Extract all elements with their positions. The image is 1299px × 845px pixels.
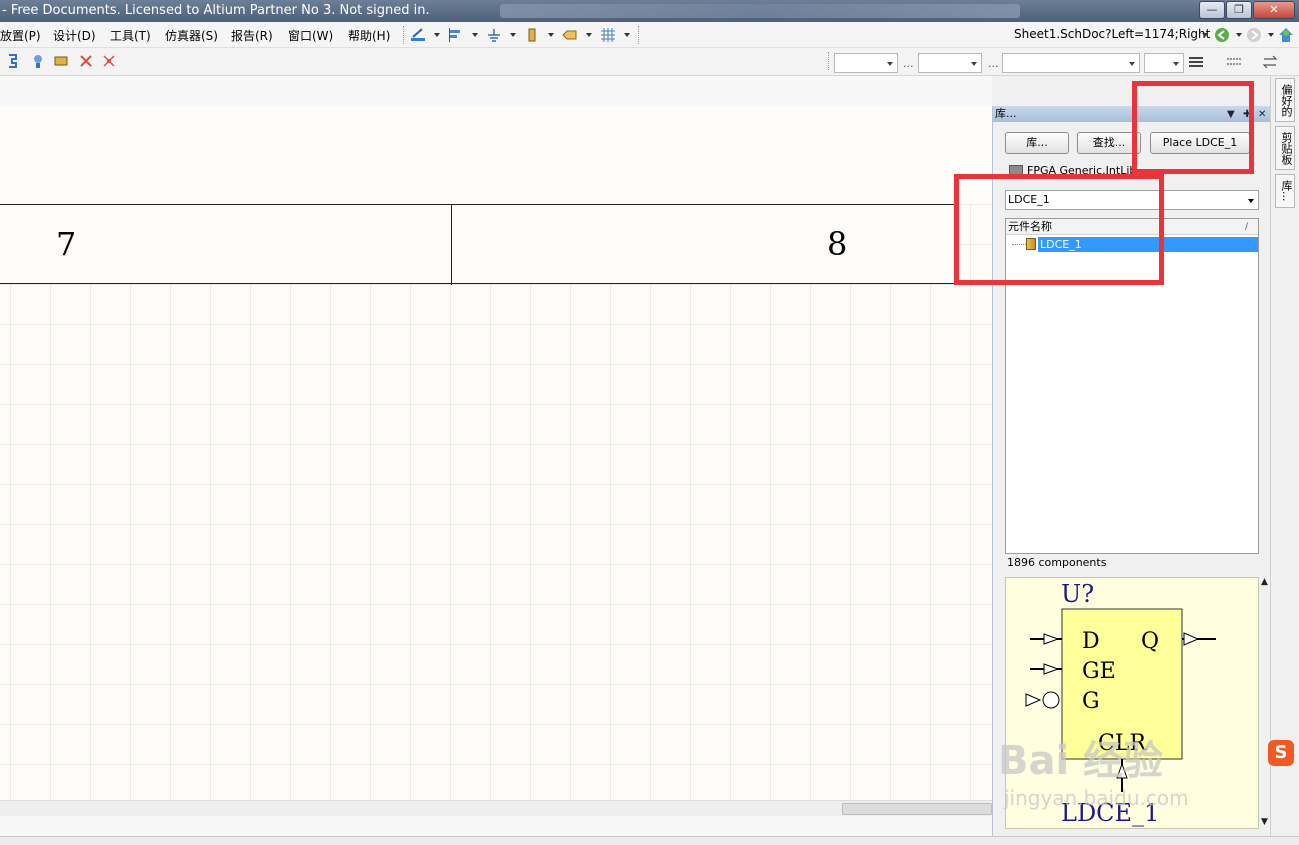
sheet-zone-border: 7 8 <box>0 204 956 285</box>
restore-button[interactable]: ❐ <box>1226 1 1252 19</box>
window-title-bar: - Free Documents. Licensed to Altium Par… <box>0 0 1299 22</box>
pin-label-q: Q <box>1141 629 1159 654</box>
toolbar-combo-4[interactable] <box>1144 53 1184 73</box>
swap-arrows-icon[interactable] <box>1262 54 1278 70</box>
schematic-sheet[interactable]: 7 8 <box>0 106 992 800</box>
status-bar <box>0 836 1299 845</box>
scroll-down-icon[interactable]: ▼ <box>1261 817 1268 827</box>
chevron-down-icon[interactable] <box>1268 33 1274 37</box>
grid-icon[interactable] <box>600 27 616 43</box>
component-count: 1896 components <box>1007 556 1107 569</box>
menu-simulator[interactable]: 仿真器(S) <box>165 27 218 44</box>
sogou-ime-icon[interactable]: S <box>1268 740 1294 766</box>
net-color-icon[interactable] <box>6 53 22 69</box>
window-title: - Free Documents. Licensed to Altium Par… <box>2 3 430 18</box>
chevron-down-icon[interactable] <box>624 33 630 37</box>
line-width-icon[interactable] <box>1188 54 1204 70</box>
menu-help[interactable]: 帮助(H) <box>348 27 390 44</box>
toolbar-dots: ... <box>988 57 999 70</box>
menu-reports[interactable]: 报告(R) <box>231 27 273 44</box>
watermark-logo: Bai 经验 <box>998 738 1164 784</box>
scrollbar-thumb[interactable] <box>842 803 992 815</box>
scroll-up-icon[interactable]: ▲ <box>1261 577 1268 587</box>
chevron-down-icon[interactable] <box>548 33 554 37</box>
menu-place[interactable]: 放置(P) <box>0 27 41 44</box>
watermark-url: jingyan.baidu.com <box>1004 786 1189 810</box>
toolbar-combo-3[interactable] <box>1002 53 1140 73</box>
line-style-icon[interactable] <box>1226 54 1242 70</box>
close-icon[interactable]: ✕ <box>1258 107 1266 123</box>
toolbar-dots: ... <box>903 57 914 70</box>
chevron-down-icon[interactable] <box>1248 199 1254 203</box>
chevron-down-icon[interactable] <box>1202 33 1208 37</box>
chevron-down-icon[interactable] <box>586 33 592 37</box>
tab-clipboard[interactable]: 剪贴板 <box>1275 126 1295 170</box>
directive-tool-icon[interactable] <box>562 27 578 43</box>
tab-favorites[interactable]: 偏好的 <box>1275 78 1295 122</box>
libraries-button[interactable]: 库... <box>1005 132 1069 154</box>
back-arrow-icon[interactable] <box>1214 27 1230 43</box>
chevron-down-icon[interactable] <box>472 33 478 37</box>
highlight-box-component <box>954 174 1164 285</box>
document-path-field[interactable]: Sheet1.SchDoc?Left=1174;Right <box>1014 27 1214 41</box>
chevron-down-icon[interactable] <box>434 33 440 37</box>
menu-design[interactable]: 设计(D) <box>53 27 96 44</box>
preview-designator: U? <box>1061 580 1094 608</box>
menu-tools[interactable]: 工具(T) <box>110 27 151 44</box>
zone-divider <box>451 205 452 285</box>
zone-label-8: 8 <box>827 225 848 263</box>
minimize-button[interactable]: — <box>1199 1 1225 19</box>
toolbar-separator <box>638 26 639 44</box>
cross-probe-icon[interactable] <box>30 53 46 69</box>
blurred-title-region <box>500 4 1020 18</box>
chevron-down-icon[interactable] <box>510 33 516 37</box>
forward-arrow-icon[interactable] <box>1246 27 1262 43</box>
sheet-margin <box>0 106 992 204</box>
menu-bar: 放置(P) 设计(D) 工具(T) 仿真器(S) 报告(R) 窗口(W) 帮助(… <box>0 22 1299 48</box>
compile-mask-icon[interactable] <box>54 53 70 69</box>
chevron-down-icon[interactable] <box>1236 33 1242 37</box>
wiring-tool-icon[interactable] <box>410 27 426 43</box>
pin-label-g: G <box>1082 689 1100 714</box>
secondary-toolbar: ... ... <box>0 48 1299 76</box>
sort-indicator-icon: / <box>1244 222 1248 232</box>
home-icon[interactable] <box>1278 27 1294 43</box>
side-tab-strip: 偏好的 剪贴板 库... <box>1270 76 1299 836</box>
clear-all-icon[interactable] <box>101 53 117 69</box>
toolbar-separator <box>828 52 829 70</box>
pin-label-d: D <box>1082 629 1100 654</box>
part-tool-icon[interactable] <box>524 27 540 43</box>
zone-label-7: 7 <box>56 225 77 263</box>
close-window-button[interactable]: ✕ <box>1253 1 1295 19</box>
tab-libraries[interactable]: 库... <box>1275 174 1295 208</box>
toolbar-separator <box>403 26 404 44</box>
align-tool-icon[interactable] <box>448 27 464 43</box>
ground-port-icon[interactable] <box>486 27 502 43</box>
schematic-workspace[interactable]: 7 8 <box>0 76 992 836</box>
toolbar-combo-1[interactable] <box>834 53 898 73</box>
pin-label-ge: GE <box>1082 659 1116 684</box>
baidu-watermark: Bai 经验 jingyan.baidu.com <box>998 728 1238 818</box>
highlight-box-place-button <box>1132 81 1254 174</box>
horizontal-scrollbar[interactable] <box>0 800 992 816</box>
toolbar-combo-2[interactable] <box>918 53 982 73</box>
panel-title: 库... <box>995 107 1017 120</box>
no-erc-icon[interactable] <box>78 53 94 69</box>
menu-window[interactable]: 窗口(W) <box>288 27 333 44</box>
